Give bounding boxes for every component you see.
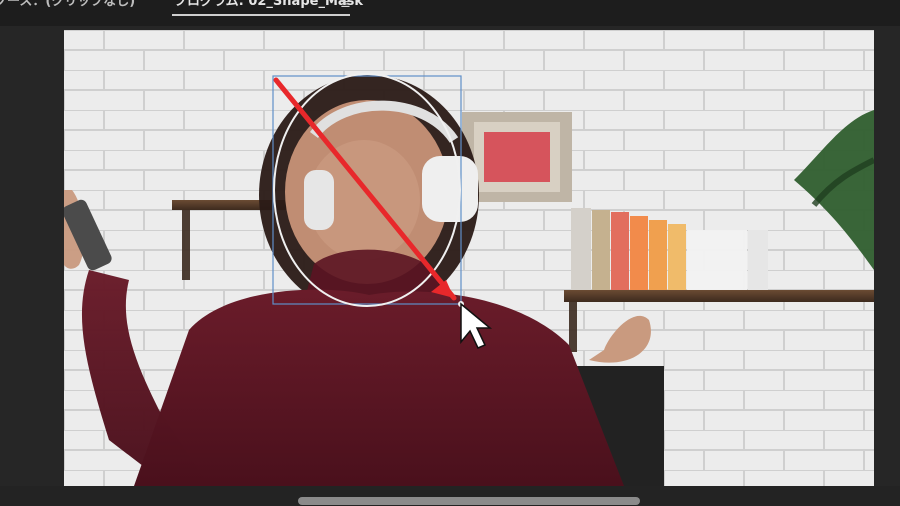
video-preview-frame[interactable]	[64, 30, 874, 486]
panel-menu-icon[interactable]: ≡	[340, 0, 351, 12]
tab-program-monitor[interactable]: プログラム: 02_Shape_Mask	[174, 0, 363, 14]
annotation-overlay	[273, 77, 493, 349]
horizontal-scrollbar-thumb[interactable]	[298, 497, 640, 505]
tab-source-monitor[interactable]: ソース：(クリップなし)	[0, 0, 135, 14]
panel-tab-bar: ソース：(クリップなし) プログラム: 02_Shape_Mask ≡	[0, 0, 900, 26]
mouse-cursor-icon	[460, 302, 493, 349]
red-arrow-line	[273, 77, 457, 301]
active-tab-indicator	[172, 14, 350, 16]
